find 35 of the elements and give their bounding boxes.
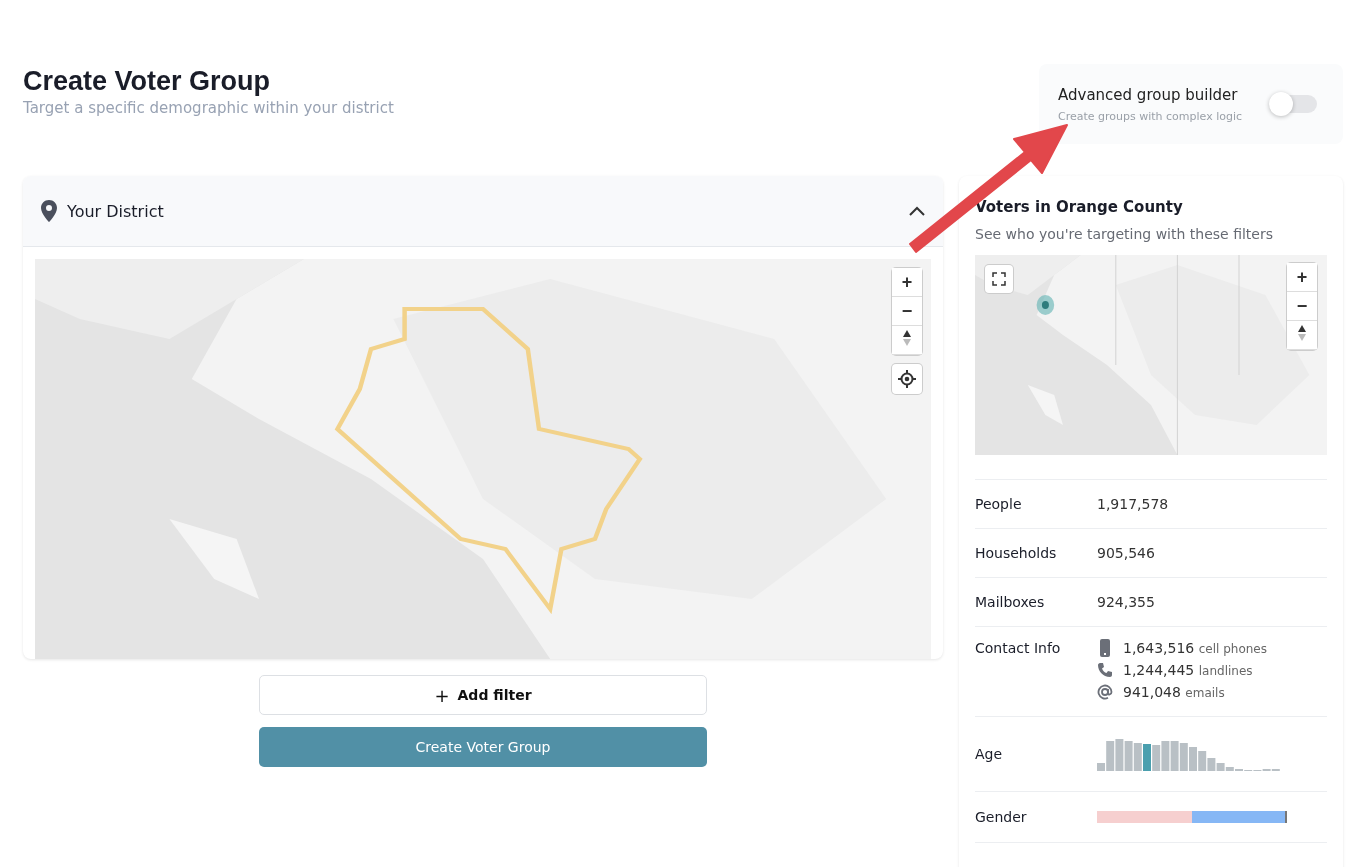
mobile-phone-icon [1099,639,1111,657]
map-pin-icon [41,200,57,222]
add-filter-button[interactable]: + Add filter [259,675,707,715]
stat-label: Households [975,545,1058,561]
fullscreen-button[interactable] [985,265,1013,293]
chevron-up-icon[interactable] [909,206,925,216]
panel-title: Advanced group builder [1058,85,1239,104]
create-voter-group-button[interactable]: Create Voter Group [259,727,707,767]
phone-icon [1097,662,1113,678]
locate-button[interactable] [892,364,922,394]
stat-value: 905,546 [1097,545,1156,561]
card-subtitle: See who you're targeting with these filters [975,226,1273,242]
zoom-in-button[interactable]: + [892,268,922,297]
stat-value: 1,917,578 [1097,496,1170,512]
page-subtitle: Target a specific demographic within your district [23,99,394,117]
section-title: Your District [67,201,165,221]
compass-icon [902,329,912,346]
stat-label: People [975,496,1023,512]
compass-icon [1297,324,1307,341]
stat-value: 924,355 [1097,594,1156,610]
card-title: Voters in Orange County [975,198,1184,216]
contact-count: 1,643,516 cell phones [1123,640,1267,656]
stat-label: Contact Info [975,640,1062,656]
fullscreen-icon [992,272,1006,286]
stat-label: Gender [975,809,1028,825]
toggle-switch[interactable] [1271,95,1317,113]
contact-count: 941,048 emails [1123,684,1225,700]
stat-label: Age [975,746,1004,762]
at-sign-icon [1097,684,1113,700]
locate-icon [898,370,916,388]
zoom-in-button[interactable]: + [1287,263,1317,292]
stat-label: Mailboxes [975,594,1046,610]
page-title: Create Voter Group [23,66,272,97]
panel-subtitle: Create groups with complex logic [1058,109,1244,123]
contact-count: 1,244,445 landlines [1123,662,1253,678]
